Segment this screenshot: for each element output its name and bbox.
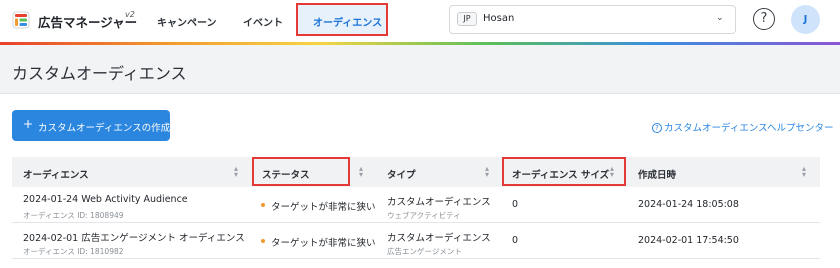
column-header-created-at[interactable]: 作成日時 xyxy=(638,167,676,181)
page-title: カスタムオーディエンス xyxy=(12,64,187,83)
question-circle-icon: ? xyxy=(652,123,662,133)
account-region-badge: JP xyxy=(457,12,477,26)
audience-size: 0 xyxy=(512,199,519,210)
sort-icon[interactable]: ▴ ▾ xyxy=(485,165,489,179)
table-row[interactable]: 2024-01-24 Web Activity Audience オーディエンス… xyxy=(12,187,820,223)
column-header-audience[interactable]: オーディエンス xyxy=(23,167,89,181)
status-text: ターゲットが非常に狭い xyxy=(271,238,376,249)
nav-item-campaigns[interactable]: キャンペーン xyxy=(157,14,217,29)
audience-subtype: ウェブアクティビティ xyxy=(387,211,461,220)
audience-name[interactable]: 2024-02-01 広告エンゲージメント オーディエンス xyxy=(23,230,245,244)
help-icon[interactable]: ? xyxy=(753,8,775,30)
audience-id: オーディエンス ID: 1810982 xyxy=(23,247,124,256)
user-avatar[interactable]: J xyxy=(791,5,820,34)
audience-subtype: 広告エンゲージメント xyxy=(387,247,462,256)
status-dot-icon xyxy=(261,203,265,207)
app-title[interactable]: 広告マネージャー xyxy=(38,12,137,31)
account-name: Hosan xyxy=(483,13,515,24)
nav-item-events[interactable]: イベント xyxy=(243,14,283,29)
sort-icon[interactable]: ▴ ▾ xyxy=(234,165,238,179)
column-header-status[interactable]: ステータス xyxy=(262,167,310,181)
chevron-down-icon[interactable]: ⌄ xyxy=(716,13,724,23)
table-row[interactable]: 2024-02-01 広告エンゲージメント オーディエンス オーディエンス ID… xyxy=(12,223,820,259)
create-button-label: カスタムオーディエンスの作成 xyxy=(38,123,171,134)
audience-type: カスタムオーディエンス xyxy=(387,233,491,244)
sort-icon[interactable]: ▴ ▾ xyxy=(610,165,614,179)
plus-icon: + xyxy=(23,117,34,131)
audience-name[interactable]: 2024-01-24 Web Activity Audience xyxy=(23,194,188,205)
sort-icon[interactable]: ▴ ▾ xyxy=(359,165,363,179)
created-at: 2024-02-01 17:54:50 xyxy=(638,235,739,246)
audience-type: カスタムオーディエンス xyxy=(387,197,491,208)
audience-id: オーディエンス ID: 1808949 xyxy=(23,211,124,220)
table-header: オーディエンス ▴ ▾ ステータス ▴ ▾ タイプ ▴ ▾ オーディエンス サイズ ▴… xyxy=(12,157,820,187)
status-dot-icon xyxy=(261,239,265,243)
sort-icon[interactable]: ▴ ▾ xyxy=(802,165,806,179)
app-version: v2 xyxy=(125,10,135,19)
column-header-audience-size[interactable]: オーディエンス サイズ xyxy=(512,167,609,181)
help-center-link[interactable]: ? カスタムオーディエンスヘルプセンター xyxy=(652,120,833,134)
create-custom-audience-button[interactable]: + カスタムオーディエンスの作成 xyxy=(12,110,170,141)
created-at: 2024-01-24 18:05:08 xyxy=(638,199,739,210)
column-header-type[interactable]: タイプ xyxy=(387,167,416,181)
help-center-link-label: カスタムオーディエンスヘルプセンター xyxy=(664,123,834,134)
app-logo-icon xyxy=(12,11,30,29)
nav-item-audiences[interactable]: オーディエンス xyxy=(313,14,382,29)
status-text: ターゲットが非常に狭い xyxy=(271,202,376,213)
audience-size: 0 xyxy=(512,235,519,246)
